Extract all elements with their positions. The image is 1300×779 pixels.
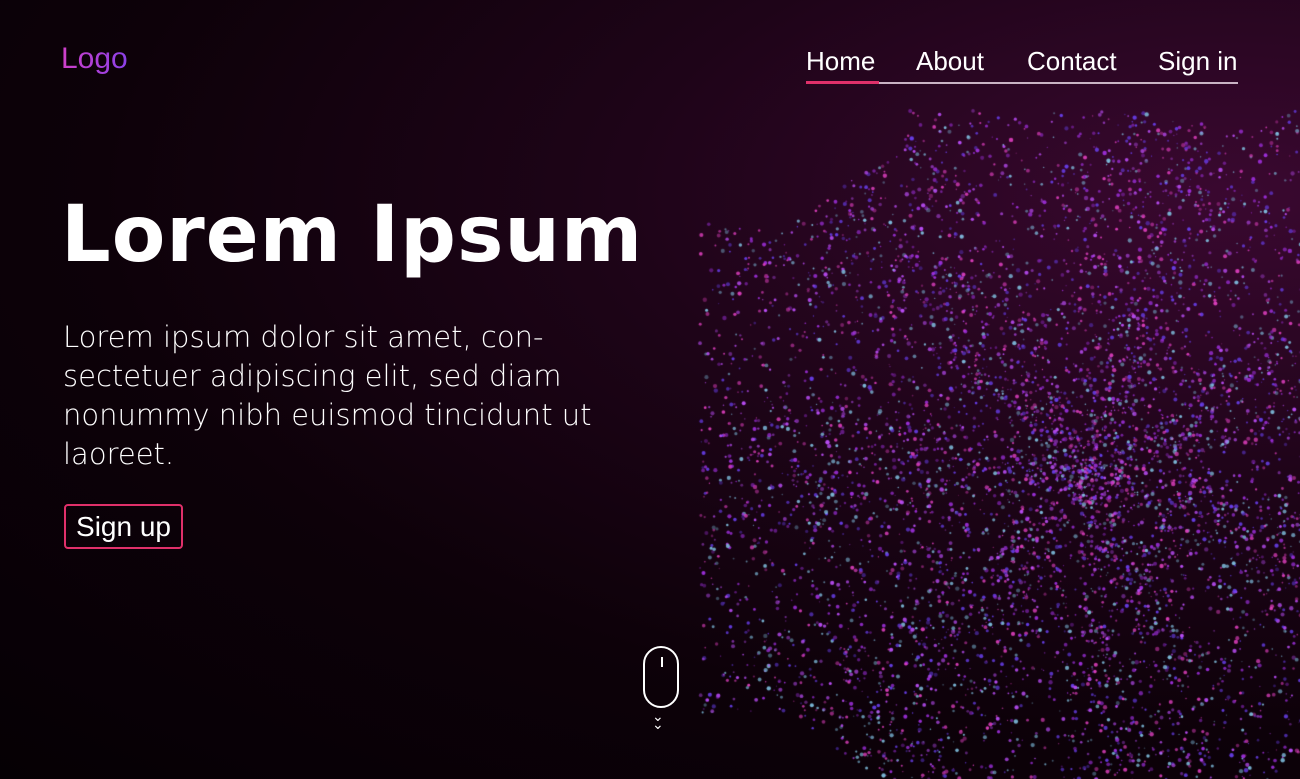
nav-contact[interactable]: Contact — [1027, 46, 1117, 77]
nav-home[interactable]: Home — [806, 46, 875, 77]
sign-up-button[interactable]: Sign up — [64, 504, 183, 549]
nav-active-indicator — [806, 81, 879, 84]
hero-description: Lorem ipsum dolor sit amet, con-sectetue… — [63, 320, 592, 471]
chevron-down-icon[interactable]: ⌄ ⌄ — [652, 709, 664, 731]
mouse-icon[interactable] — [643, 646, 679, 708]
nav-about[interactable]: About — [916, 46, 984, 77]
logo[interactable]: Logo — [61, 42, 128, 76]
hero-title: Lorem Ipsum — [61, 190, 644, 280]
nav-sign-in[interactable]: Sign in — [1158, 46, 1238, 77]
mouse-wheel — [661, 657, 663, 667]
main-nav: Home About Contact Sign in — [806, 46, 1238, 86]
